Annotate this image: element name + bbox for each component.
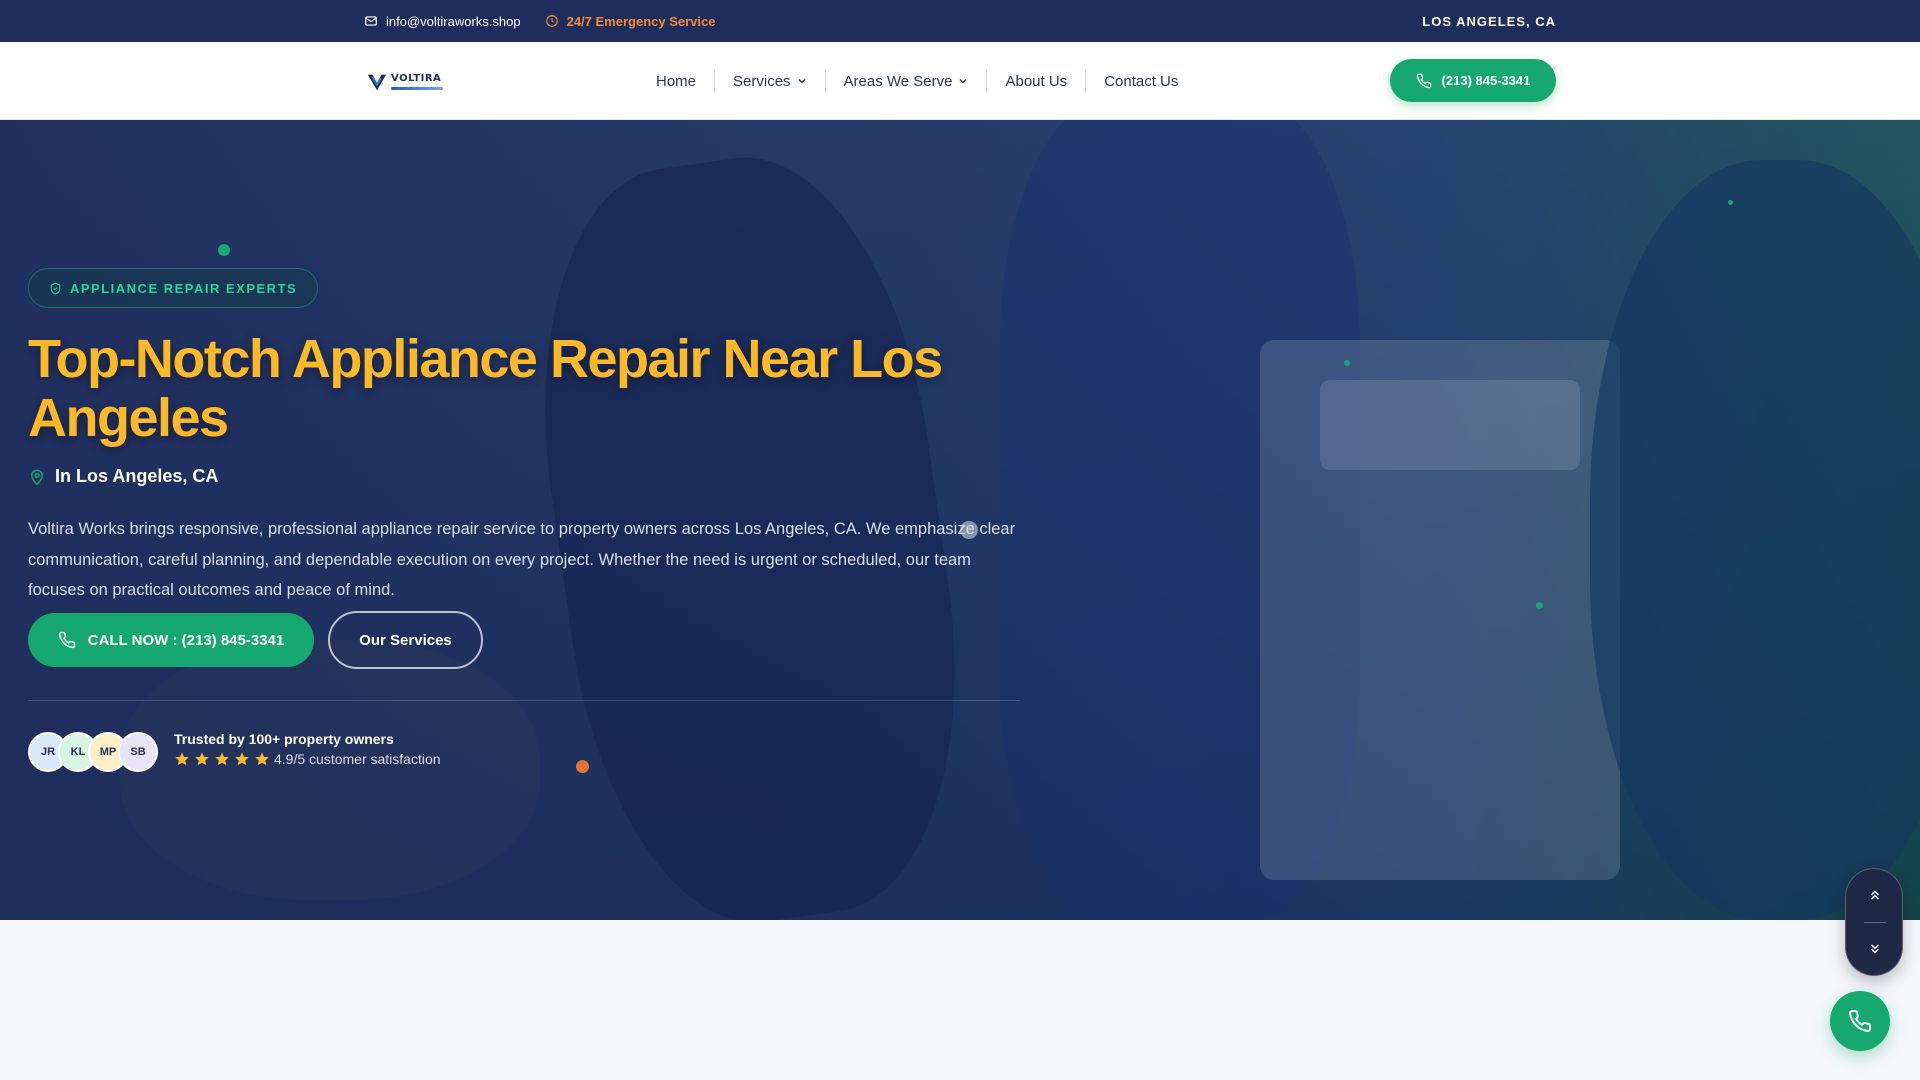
avatar-group: JR KL MP SB [28,732,158,772]
nav-areas-label: Areas We Serve [843,72,953,90]
floating-call-button[interactable] [1830,991,1890,1051]
phone-icon [1849,1009,1872,1032]
star-icon [175,752,189,766]
location-label: LOS ANGELES, CA [1422,13,1556,29]
hero-bg-shape [120,640,540,900]
header-call-label: (213) 845-3341 [1441,73,1531,88]
trust-block: Trusted by 100+ property owners 4.9/5 cu… [174,731,441,767]
decor-dot [1728,200,1733,205]
hero-description: Voltira Works brings responsive, profess… [28,520,1016,599]
our-services-button[interactable]: Our Services [328,611,483,669]
nav-services[interactable]: Services [715,70,826,92]
shield-icon [50,281,61,294]
hero-bg-shape [1590,160,1920,920]
hero-location-text: In Los Angeles, CA [55,466,219,486]
nav-about-label: About Us [1005,72,1068,90]
hero-title: Top-Notch Appliance Repair Near Los Ange… [28,329,943,448]
decor-dot [576,760,589,773]
nav-home-label: Home [656,72,697,90]
chevron-down-icon [959,79,967,84]
site-header: VOLTIRA Home Services Areas We Serve Abo… [0,42,1920,120]
top-bar: info@voltiraworks.shop 24/7 Emergency Se… [0,0,1920,42]
logo-mark-icon [367,74,387,91]
hero-divider [28,700,1020,701]
main-nav: Home Services Areas We Serve About Us Co… [638,42,1196,120]
trust-title: Trusted by 100+ property owners [174,731,394,747]
rating-text: 4.9/5 customer satisfaction [274,751,441,767]
nav-contact-label: Contact Us [1104,72,1179,90]
star-icon [195,752,209,766]
nav-areas[interactable]: Areas We Serve [826,70,988,92]
decor-dot [218,244,230,256]
avatar: SB [118,732,158,772]
email-link[interactable]: info@voltiraworks.shop [364,14,521,29]
decor-dot [1536,602,1543,609]
hero-location: In Los Angeles, CA [28,466,218,487]
scroll-up-button[interactable] [1846,869,1904,921]
rating-row: 4.9/5 customer satisfaction [174,751,441,767]
mail-icon [365,16,377,26]
phone-icon [1416,73,1431,88]
nav-home[interactable]: Home [638,70,716,92]
header-call-button[interactable]: (213) 845-3341 [1390,59,1556,102]
hero-badge-text: APPLIANCE REPAIR EXPERTS [70,280,298,296]
scroll-down-button[interactable] [1846,923,1904,975]
nav-about[interactable]: About Us [987,70,1087,92]
nav-contact[interactable]: Contact Us [1086,70,1196,92]
email-text: info@voltiraworks.shop [386,13,521,29]
nav-services-label: Services [733,72,791,90]
chevron-down-icon [798,79,806,84]
decor-dot [1344,360,1350,366]
scroll-control [1845,868,1903,976]
call-now-label: CALL NOW : (213) 845-3341 [87,631,285,649]
double-chevron-down-icon [1871,944,1879,954]
double-chevron-up-icon [1871,890,1879,900]
clock-icon [545,15,558,27]
hero-badge: APPLIANCE REPAIR EXPERTS [28,268,319,308]
logo-text: VOLTIRA [391,73,442,84]
logo-underline [391,87,443,90]
map-pin-icon [30,469,44,486]
star-icon [235,752,249,766]
star-icon [255,752,269,766]
our-services-label: Our Services [359,631,452,649]
logo[interactable]: VOLTIRA [366,66,450,98]
emergency-service: 24/7 Emergency Service [545,13,716,29]
call-now-button[interactable]: CALL NOW : (213) 845-3341 [28,613,314,667]
hero-bg-shape [1320,380,1580,470]
phone-icon [58,631,76,649]
hero-section: APPLIANCE REPAIR EXPERTS Top-Notch Appli… [0,120,1920,920]
star-icon [215,752,229,766]
emergency-text: 24/7 Emergency Service [566,13,716,29]
